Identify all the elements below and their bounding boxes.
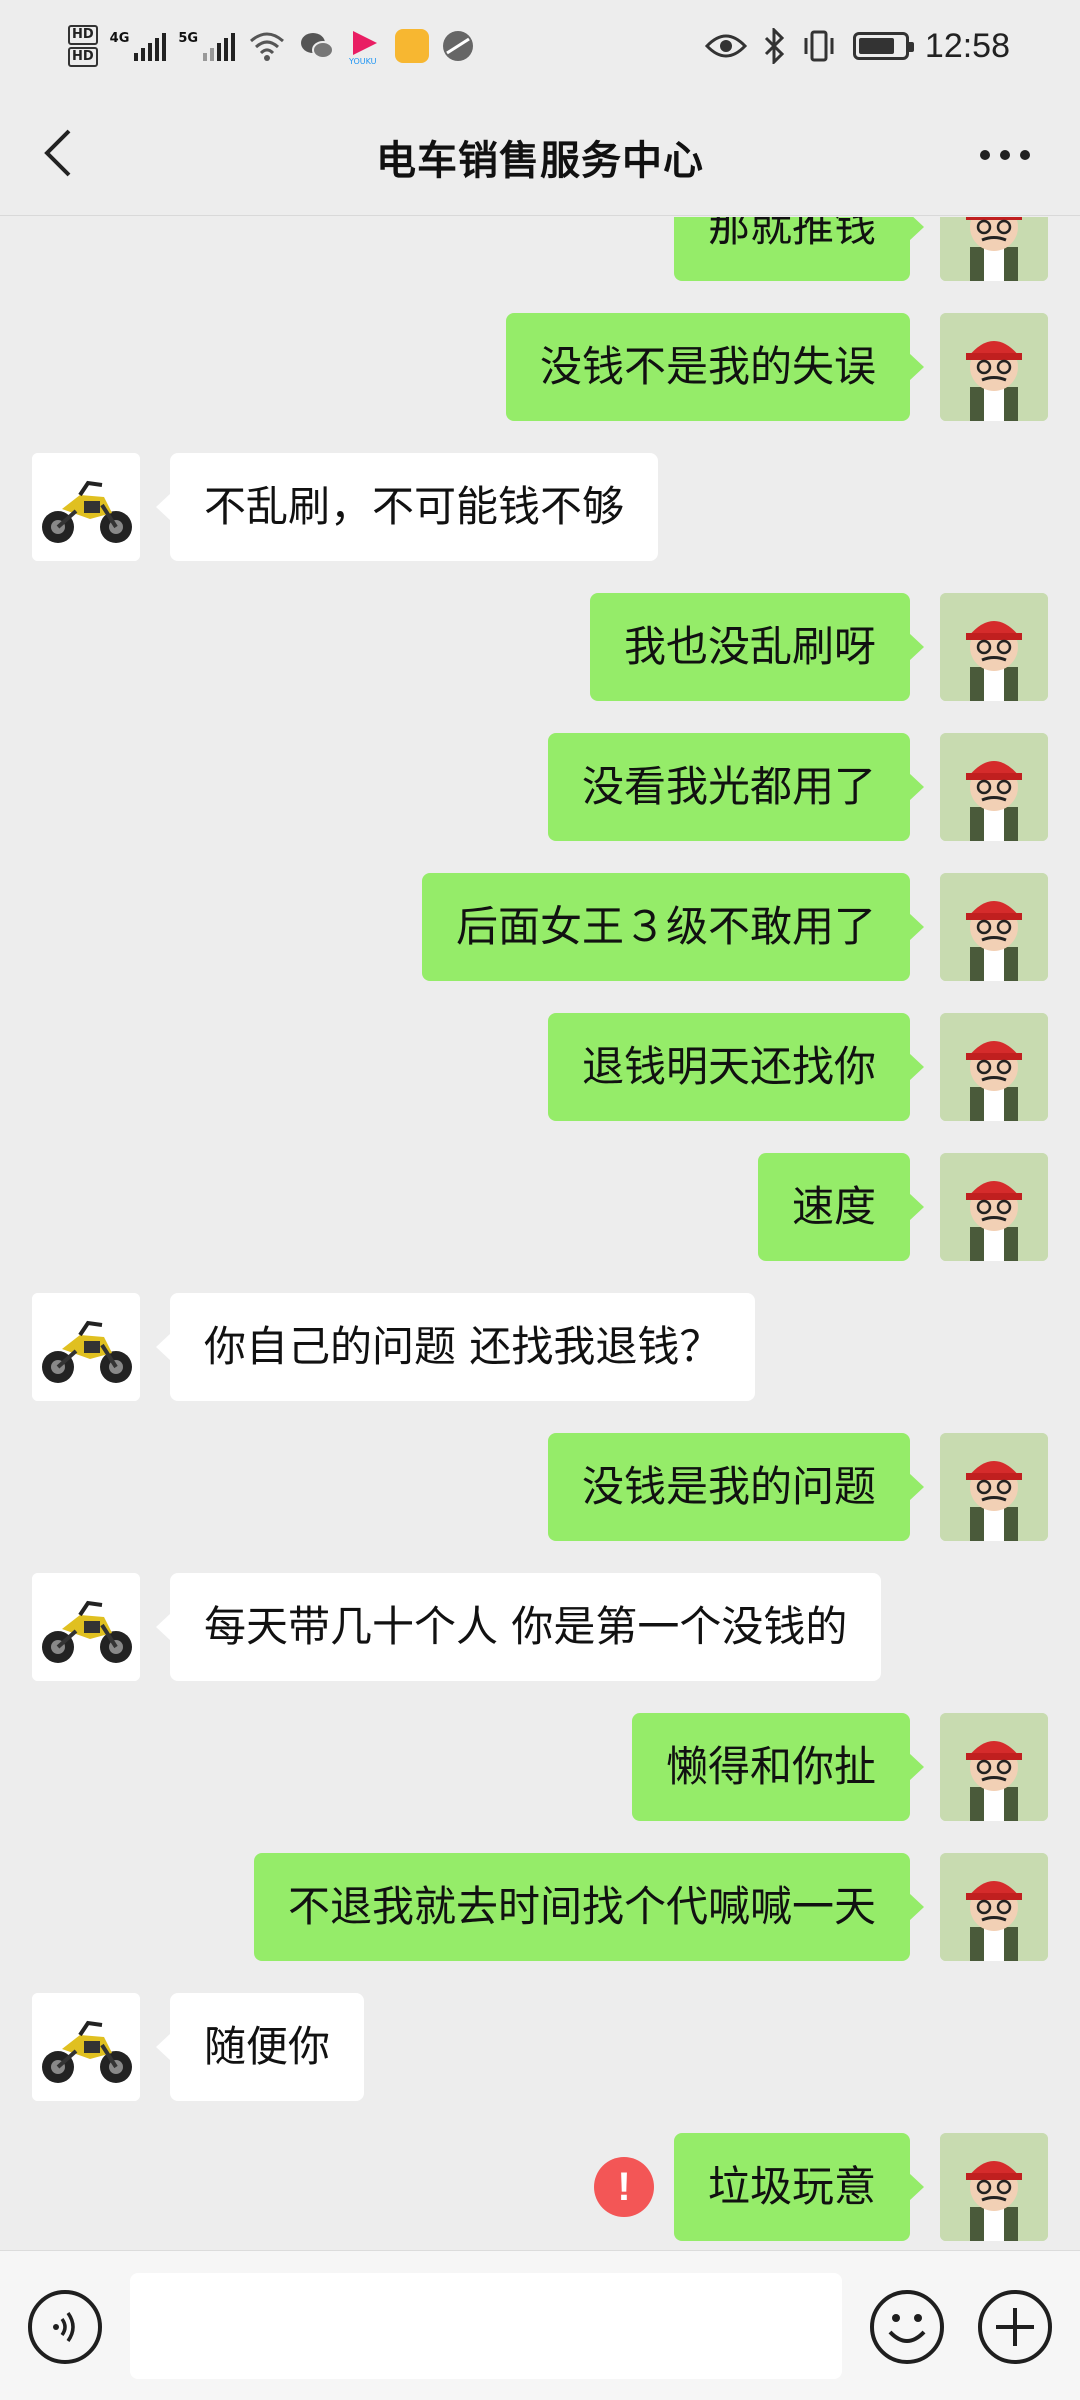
contact-avatar[interactable]	[32, 1993, 140, 2101]
message-bubble[interactable]: 没钱不是我的失误	[505, 313, 925, 421]
my-avatar[interactable]	[940, 2133, 1048, 2241]
net2-label: 5G	[178, 31, 199, 46]
my-avatar[interactable]	[940, 1433, 1048, 1541]
youku-icon: YOUKU	[348, 31, 378, 65]
my-avatar[interactable]	[940, 217, 1048, 281]
emoji-button[interactable]	[870, 2290, 944, 2364]
message-bubble[interactable]: 后面女王３级不敢用了	[421, 873, 925, 981]
status-time: 12:58	[924, 26, 1010, 65]
message-bubble[interactable]: 不乱刷，不可能钱不够	[155, 453, 659, 561]
signal-5g-icon: 5G	[178, 31, 236, 61]
svg-text:YOUKU: YOUKU	[348, 57, 377, 65]
received-message: 随便你	[0, 1993, 1080, 2101]
contact-avatar[interactable]	[32, 453, 140, 561]
message-bubble[interactable]: 你自己的问题 还找我退钱？	[155, 1293, 756, 1401]
sent-message: 那就推钱	[0, 217, 1080, 281]
message-bubble[interactable]: 没看我光都用了	[547, 733, 925, 841]
message-bubble[interactable]: 垃圾玩意	[673, 2133, 925, 2241]
wechat-icon	[301, 33, 335, 59]
sent-message: 懒得和你扯	[0, 1713, 1080, 1821]
send-failed-icon[interactable]: !	[594, 2157, 654, 2217]
hd-indicator: HD HD	[68, 24, 98, 68]
message-bubble[interactable]: 随便你	[155, 1993, 365, 2101]
sent-message: 没钱是我的问题	[0, 1433, 1080, 1541]
chat-header: 电车销售服务中心	[0, 90, 1080, 216]
sent-message: 没看我光都用了	[0, 733, 1080, 841]
status-bar: HD HD 4G 5G YOUKU 12:58	[0, 0, 1080, 90]
sent-message: 后面女王３级不敢用了	[0, 873, 1080, 981]
status-left: HD HD 4G 5G YOUKU	[68, 18, 475, 74]
more-dot	[1020, 150, 1030, 160]
sent-message: 速度	[0, 1153, 1080, 1261]
received-message: 每天带几十个人 你是第一个没钱的	[0, 1573, 1080, 1681]
net1-label: 4G	[109, 31, 130, 46]
more-dot	[1000, 150, 1010, 160]
received-message: 你自己的问题 还找我退钱？	[0, 1293, 1080, 1401]
battery-icon	[852, 32, 914, 60]
sent-message: 垃圾玩意!	[0, 2133, 1080, 2241]
more-button[interactable]	[970, 130, 1040, 180]
hd1-label: HD	[68, 25, 98, 45]
input-bar	[0, 2250, 1080, 2400]
plus-icon	[996, 2308, 1034, 2346]
my-avatar[interactable]	[940, 1153, 1048, 1261]
voice-button[interactable]	[28, 2290, 102, 2364]
bluetooth-icon	[764, 28, 785, 64]
my-avatar[interactable]	[940, 593, 1048, 701]
more-dot	[980, 150, 990, 160]
chat-title: 电车销售服务中心	[376, 138, 704, 184]
signal-4g-icon: 4G	[110, 31, 167, 61]
my-avatar[interactable]	[940, 873, 1048, 981]
my-avatar[interactable]	[940, 313, 1048, 421]
message-bubble[interactable]: 没钱是我的问题	[547, 1433, 925, 1541]
sent-message: 不退我就去时间找个代喊喊一天	[0, 1853, 1080, 1961]
my-avatar[interactable]	[940, 1853, 1048, 1961]
vibrate-icon	[804, 30, 834, 62]
browser-icon	[443, 31, 474, 61]
sent-message: 没钱不是我的失误	[0, 313, 1080, 421]
message-bubble[interactable]: 速度	[757, 1153, 925, 1261]
message-bubble[interactable]: 我也没乱刷呀	[589, 593, 925, 701]
hd2-label: HD	[68, 47, 98, 67]
sent-message: 退钱明天还找你	[0, 1013, 1080, 1121]
status-right: 12:58	[704, 26, 1010, 66]
message-list[interactable]: 那就推钱没钱不是我的失误不乱刷，不可能钱不够我也没乱刷呀没看我光都用了后面女王３…	[0, 217, 1080, 2250]
message-bubble[interactable]: 不退我就去时间找个代喊喊一天	[253, 1853, 925, 1961]
app-notification-icon	[395, 29, 430, 63]
eye-icon	[704, 34, 747, 58]
message-bubble[interactable]: 每天带几十个人 你是第一个没钱的	[155, 1573, 882, 1681]
voice-icon	[53, 2311, 75, 2343]
message-input[interactable]	[130, 2273, 842, 2379]
sent-message: 我也没乱刷呀	[0, 593, 1080, 701]
message-bubble[interactable]: 退钱明天还找你	[547, 1013, 925, 1121]
message-bubble[interactable]: 懒得和你扯	[631, 1713, 925, 1821]
contact-avatar[interactable]	[32, 1293, 140, 1401]
my-avatar[interactable]	[940, 733, 1048, 841]
my-avatar[interactable]	[940, 1713, 1048, 1821]
contact-avatar[interactable]	[32, 1573, 140, 1681]
message-bubble[interactable]: 那就推钱	[673, 217, 925, 281]
wifi-icon	[250, 32, 285, 61]
plus-button[interactable]	[978, 2290, 1052, 2364]
emoji-icon	[888, 2314, 926, 2343]
my-avatar[interactable]	[940, 1013, 1048, 1121]
received-message: 不乱刷，不可能钱不够	[0, 453, 1080, 561]
